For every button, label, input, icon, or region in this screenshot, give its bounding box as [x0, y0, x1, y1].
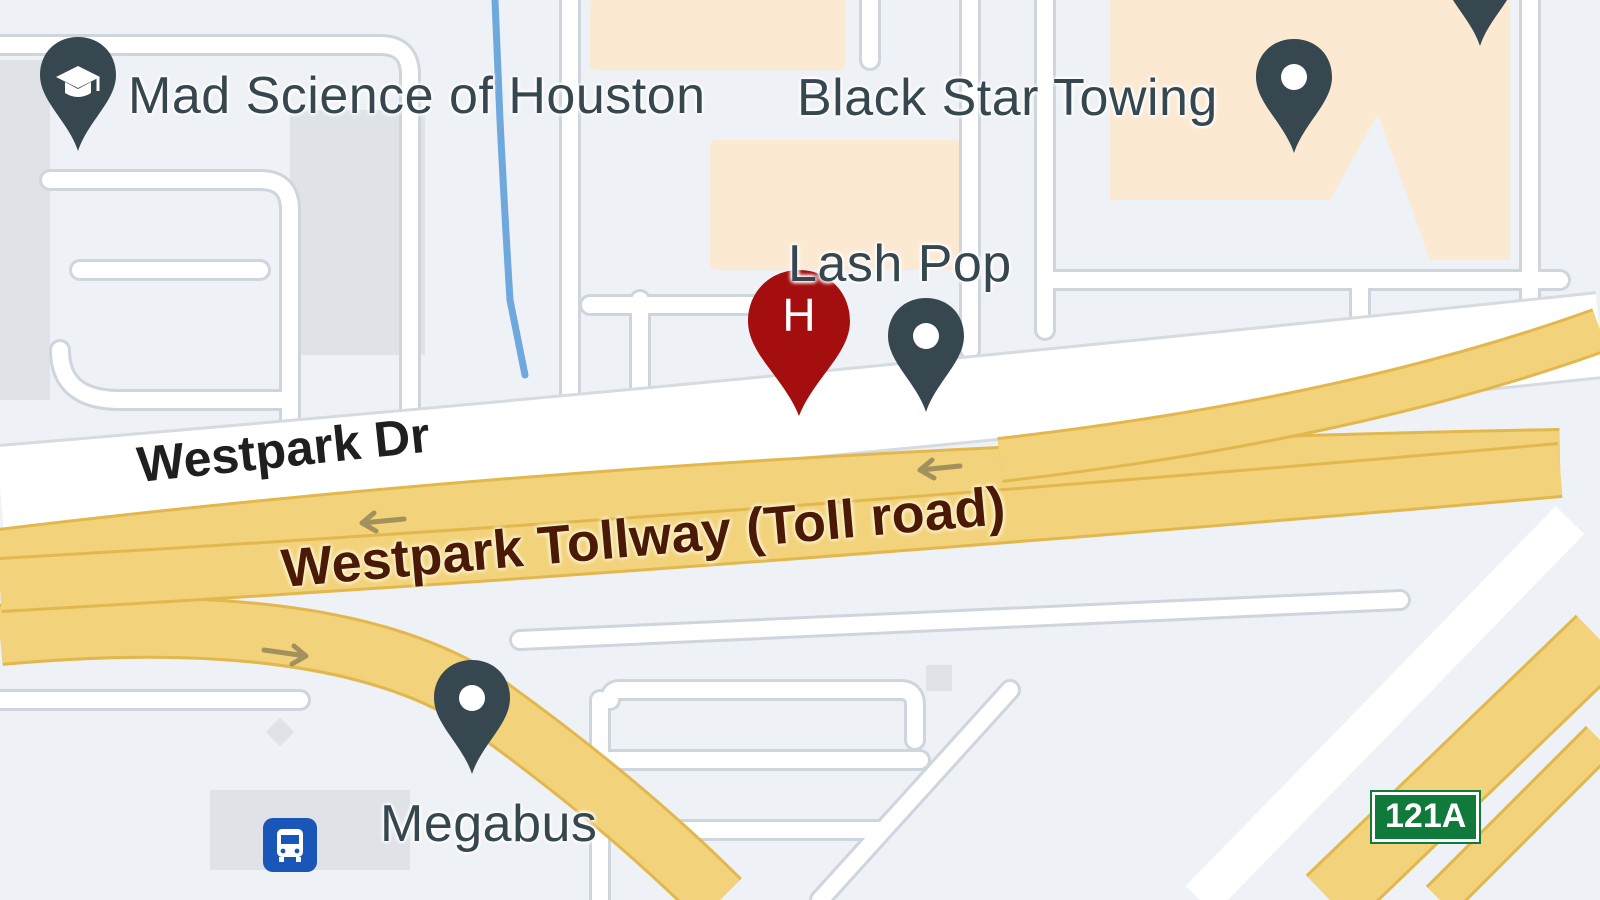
place-pin-icon[interactable]	[1254, 37, 1334, 155]
place-label-lash-pop[interactable]: Lash Pop	[788, 238, 1012, 290]
place-label-megabus[interactable]: Megabus	[380, 798, 597, 850]
place-label-black-star-towing[interactable]: Black Star Towing	[797, 72, 1218, 124]
school-icon[interactable]	[38, 35, 118, 153]
place-pin-icon[interactable]	[886, 296, 966, 414]
exit-shield: 121A	[1369, 790, 1482, 844]
place-label-mad-science[interactable]: Mad Science of Houston	[128, 70, 706, 122]
hotel-pin-letter: H	[782, 289, 816, 341]
place-pin-icon[interactable]	[1440, 0, 1520, 48]
map-canvas[interactable]: H Mad Science of Houston Black Star Towi…	[0, 0, 1600, 900]
bus-station-icon[interactable]	[263, 818, 317, 872]
place-pin-icon[interactable]	[432, 658, 512, 776]
